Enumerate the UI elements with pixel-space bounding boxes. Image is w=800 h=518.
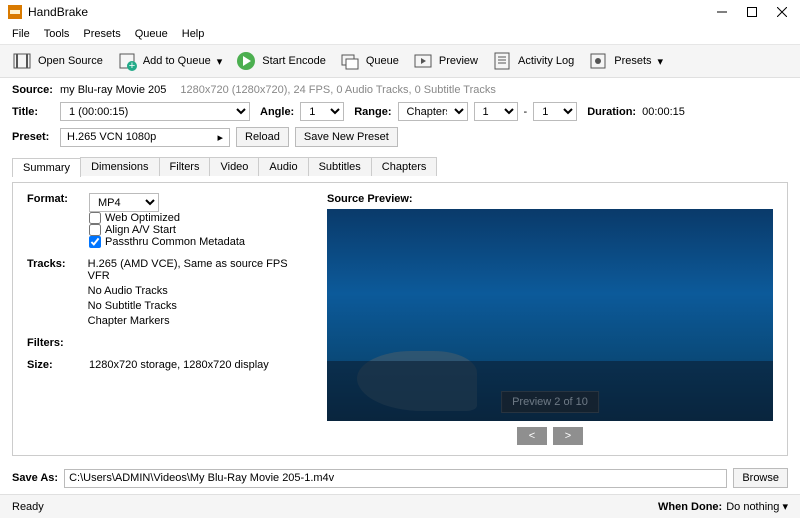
preset-select[interactable]: H.265 VCN 1080p ▸ xyxy=(60,128,230,147)
window-title: HandBrake xyxy=(28,5,716,19)
log-icon xyxy=(492,51,512,71)
tab-strip: Summary Dimensions Filters Video Audio S… xyxy=(12,157,788,176)
tab-body: Format: MP4 Web Optimized Align A/V Star… xyxy=(12,182,788,456)
queue-button[interactable]: Queue xyxy=(336,49,403,73)
open-source-button[interactable]: Open Source xyxy=(8,49,107,73)
track-line: Chapter Markers xyxy=(88,315,307,327)
presets-button[interactable]: Presets ▾ xyxy=(584,49,667,73)
play-icon xyxy=(236,51,256,71)
title-select[interactable]: 1 (00:00:15) xyxy=(60,102,250,121)
tracks-label: Tracks: xyxy=(27,258,80,327)
statusbar: Ready When Done: Do nothing ▾ xyxy=(0,494,800,518)
tab-video[interactable]: Video xyxy=(209,157,259,176)
svg-text:+: + xyxy=(129,60,135,71)
preview-next-button[interactable]: > xyxy=(553,427,583,445)
source-name: my Blu-ray Movie 205 xyxy=(60,84,166,96)
chevron-down-icon: ▾ xyxy=(658,55,664,68)
menu-tools[interactable]: Tools xyxy=(38,26,76,42)
presets-icon xyxy=(588,51,608,71)
preview-image: Preview 2 of 10 xyxy=(327,209,773,421)
preview-badge: Preview 2 of 10 xyxy=(501,391,599,413)
tab-summary[interactable]: Summary xyxy=(12,158,81,177)
titlebar: HandBrake xyxy=(0,0,800,24)
preview-icon xyxy=(413,51,433,71)
preview-prev-button[interactable]: < xyxy=(517,427,547,445)
passthru-checkbox[interactable] xyxy=(89,236,101,248)
menu-presets[interactable]: Presets xyxy=(77,26,126,42)
track-line: No Subtitle Tracks xyxy=(88,300,307,312)
maximize-button[interactable] xyxy=(746,6,758,18)
toolbar: Open Source + Add to Queue ▾ Start Encod… xyxy=(0,45,800,78)
save-preset-button[interactable]: Save New Preset xyxy=(295,127,398,147)
start-encode-button[interactable]: Start Encode xyxy=(232,49,330,73)
reload-button[interactable]: Reload xyxy=(236,127,289,147)
save-path-input[interactable] xyxy=(64,469,727,488)
track-line: H.265 (AMD VCE), Same as source FPS VFR xyxy=(88,258,307,282)
tab-chapters[interactable]: Chapters xyxy=(371,157,438,176)
range-type-select[interactable]: Chapters xyxy=(398,102,468,121)
source-preview-label: Source Preview: xyxy=(327,193,773,205)
range-label: Range: xyxy=(354,106,391,118)
size-label: Size: xyxy=(27,359,81,371)
save-as-label: Save As: xyxy=(12,472,58,484)
range-dash: - xyxy=(524,106,528,118)
when-done-select[interactable]: Do nothing ▾ xyxy=(726,500,788,513)
range-to-select[interactable]: 1 xyxy=(533,102,577,121)
size-value: 1280x720 storage, 1280x720 display xyxy=(89,359,269,371)
angle-select[interactable]: 1 xyxy=(300,102,344,121)
queue-icon xyxy=(340,51,360,71)
app-icon xyxy=(8,5,22,19)
chevron-right-icon: ▸ xyxy=(217,131,223,144)
tab-filters[interactable]: Filters xyxy=(159,157,211,176)
duration-value: 00:00:15 xyxy=(642,106,685,118)
tab-dimensions[interactable]: Dimensions xyxy=(80,157,159,176)
source-label: Source: xyxy=(12,84,54,96)
filters-label: Filters: xyxy=(27,337,81,349)
when-done-label: When Done: xyxy=(658,501,722,513)
minimize-button[interactable] xyxy=(716,6,728,18)
angle-label: Angle: xyxy=(260,106,294,118)
add-queue-button[interactable]: + Add to Queue ▾ xyxy=(113,49,226,73)
film-icon xyxy=(12,51,32,71)
format-select[interactable]: MP4 xyxy=(89,193,159,212)
tab-audio[interactable]: Audio xyxy=(258,157,308,176)
browse-button[interactable]: Browse xyxy=(733,468,788,488)
web-optimized-checkbox[interactable] xyxy=(89,212,101,224)
preview-button[interactable]: Preview xyxy=(409,49,482,73)
menu-queue[interactable]: Queue xyxy=(129,26,174,42)
close-button[interactable] xyxy=(776,6,788,18)
range-from-select[interactable]: 1 xyxy=(474,102,518,121)
tab-subtitles[interactable]: Subtitles xyxy=(308,157,372,176)
menubar: File Tools Presets Queue Help xyxy=(0,24,800,45)
source-meta: 1280x720 (1280x720), 24 FPS, 0 Audio Tra… xyxy=(180,84,496,96)
preset-label: Preset: xyxy=(12,131,54,143)
activity-log-button[interactable]: Activity Log xyxy=(488,49,578,73)
status-text: Ready xyxy=(12,501,44,513)
menu-file[interactable]: File xyxy=(6,26,36,42)
title-label: Title: xyxy=(12,106,54,118)
add-queue-icon: + xyxy=(117,51,137,71)
chevron-down-icon: ▾ xyxy=(217,55,223,68)
align-av-checkbox[interactable] xyxy=(89,224,101,236)
duration-label: Duration: xyxy=(587,106,636,118)
menu-help[interactable]: Help xyxy=(176,26,211,42)
track-line: No Audio Tracks xyxy=(88,285,307,297)
format-label: Format: xyxy=(27,193,81,212)
